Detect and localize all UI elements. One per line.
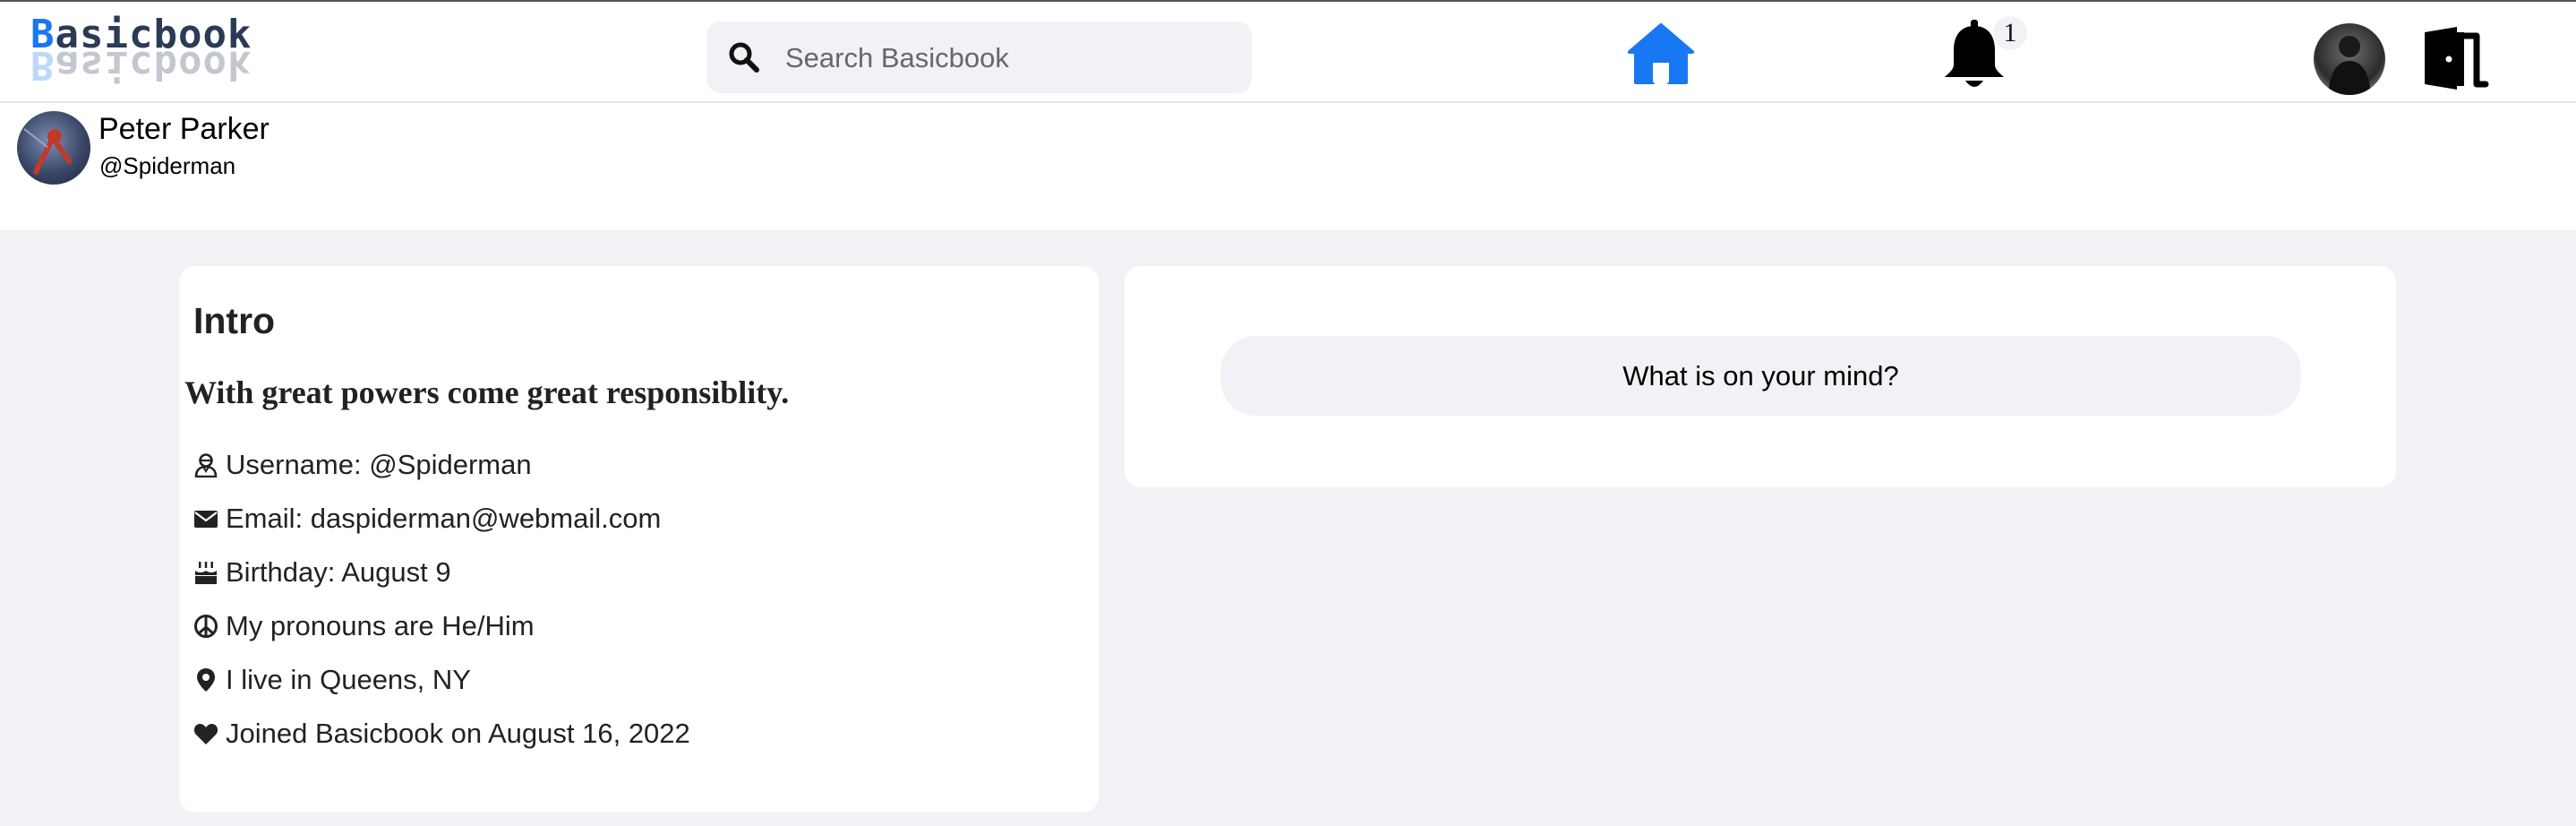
info-row-pronouns: My pronouns are He/Him (193, 607, 535, 646)
info-birthday-text: Birthday: August 9 (226, 556, 451, 588)
info-row-joined: Joined Basicbook on August 16, 2022 (193, 714, 690, 753)
profile-header: Peter Parker @Spiderman (0, 103, 2576, 230)
info-row-email: Email: daspiderman@webmail.com (193, 499, 661, 538)
notifications-button[interactable]: 1 (1941, 16, 2031, 93)
info-location-text: I live in Queens, NY (226, 664, 471, 695)
info-email-text: Email: daspiderman@webmail.com (226, 503, 662, 534)
map-pin-icon (197, 668, 215, 692)
cake-icon (195, 562, 217, 584)
avatar-figure (2328, 36, 2371, 95)
intro-card: Intro With great powers come great respo… (179, 266, 1099, 813)
search-icon (729, 42, 759, 73)
search-bar[interactable] (706, 22, 1252, 93)
info-username-text: Username: @Spiderman (226, 449, 532, 480)
info-joined-text: Joined Basicbook on August 16, 2022 (226, 718, 690, 749)
top-navigation-bar: Basicbook Basicbook 1 (0, 0, 2576, 103)
profile-avatar[interactable] (17, 111, 90, 185)
heart-icon (193, 724, 218, 744)
intro-bio: With great powers come great responsibli… (184, 374, 790, 410)
create-post-input[interactable]: What is on your mind? (1220, 336, 2301, 416)
basicbook-logo[interactable]: Basicbook Basicbook (30, 13, 272, 93)
info-row-username: Username: @Spiderman (193, 445, 532, 485)
info-row-birthday: Birthday: August 9 (193, 553, 451, 592)
info-row-location: I live in Queens, NY (193, 660, 471, 700)
profile-avatar-figure (23, 128, 73, 176)
profile-name: Peter Parker (98, 112, 270, 146)
info-pronouns-text: My pronouns are He/Him (226, 610, 535, 641)
create-post-card: What is on your mind? (1125, 266, 2396, 487)
intro-title: Intro (193, 300, 276, 341)
search-input[interactable] (783, 34, 1235, 82)
profile-handle: @Spiderman (99, 152, 236, 179)
peace-icon (194, 615, 218, 638)
logo-reflection: Basicbook (30, 42, 252, 88)
user-avatar[interactable] (2314, 23, 2385, 95)
notification-count-badge: 1 (1993, 16, 2027, 50)
home-icon[interactable] (1626, 22, 1696, 86)
envelope-icon (194, 511, 218, 528)
user-icon (194, 453, 218, 478)
logout-door-icon[interactable] (2421, 27, 2489, 90)
